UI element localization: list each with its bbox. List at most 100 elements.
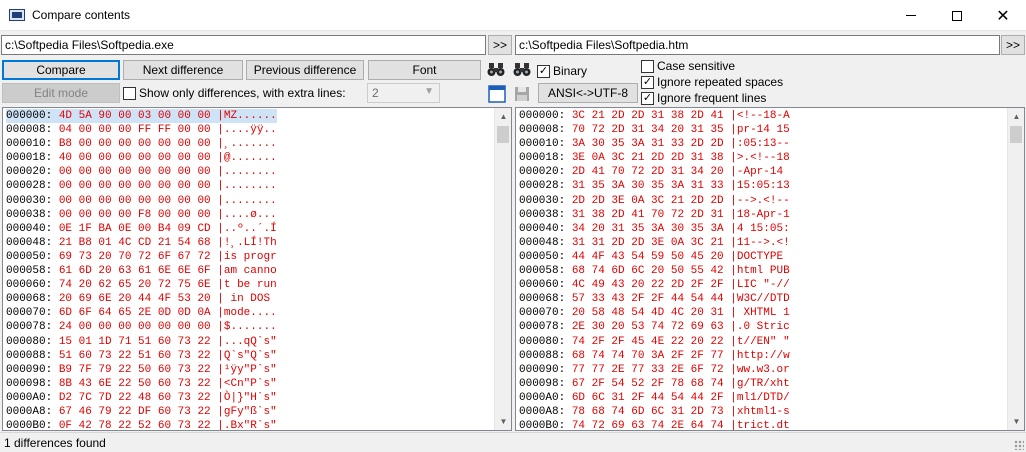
right-hex-pane[interactable]: 000000: 3C 21 2D 2D 31 38 2D 41 |<!--18-… (515, 107, 1025, 431)
maximize-button[interactable] (934, 0, 980, 31)
hex-offset: 000010: (6, 138, 53, 151)
hex-line: 000068: 20 69 6E 20 44 4F 53 20 | in DOS (6, 292, 277, 306)
hex-line: 0000B0: 0F 42 78 22 52 60 73 22 |.Bx"R`s… (6, 419, 277, 431)
ignore-repeated-spaces-label: Ignore repeated spaces (657, 75, 784, 89)
minimize-button[interactable] (888, 0, 934, 31)
hex-bytes: 6D 6F 64 65 2E 0D 0D 0A (58, 307, 211, 320)
find-left-button[interactable] (485, 59, 507, 81)
hex-line: 000020: 00 00 00 00 00 00 00 00 |.......… (6, 165, 277, 179)
hex-offset: 000008: (6, 124, 53, 137)
ascii-text: |trict.dt (730, 420, 790, 431)
hex-offset: 000070: (519, 307, 566, 320)
scroll-thumb[interactable] (497, 126, 509, 143)
case-sensitive-check-box[interactable] (641, 59, 654, 73)
hex-bytes: 0F 42 78 22 52 60 73 22 (58, 420, 211, 431)
ignore-frequent-lines-label: Ignore frequent lines (657, 91, 767, 105)
extra-lines-select[interactable]: 2 ▼ (367, 83, 440, 103)
ascii-text: |........ (217, 180, 277, 193)
hex-line: 000080: 74 2F 2F 45 4E 22 20 22 |t//EN" … (519, 335, 790, 349)
right-vertical-scrollbar[interactable]: ▲ ▼ (1007, 108, 1024, 430)
hex-line: 000058: 61 6D 20 63 61 6E 6E 6F |am cann… (6, 264, 277, 278)
ascii-text: |t//EN" " (730, 335, 790, 348)
extra-lines-value: 2 (372, 86, 379, 100)
case-sensitive-label: Case sensitive (657, 59, 736, 73)
hex-offset: 000048: (6, 236, 53, 249)
previous-difference-button[interactable]: Previous difference (246, 60, 364, 80)
hex-bytes: 74 20 62 65 20 72 75 6E (58, 279, 211, 292)
right-hex-lines: 000000: 3C 21 2D 2D 31 38 2D 41 |<!--18-… (519, 109, 790, 431)
hex-line: 000028: 00 00 00 00 00 00 00 00 |.......… (6, 179, 277, 193)
scroll-down-icon[interactable]: ▼ (495, 413, 511, 430)
left-file-path-input[interactable]: c:\Softpedia Files\Softpedia.exe (1, 35, 486, 55)
hex-offset: 000000: (6, 110, 53, 122)
binary-check-box[interactable]: ✓ (537, 64, 550, 78)
next-difference-button[interactable]: Next difference (123, 60, 243, 80)
hex-bytes: 67 2F 54 52 2F 78 68 74 (571, 377, 724, 390)
scroll-up-icon[interactable]: ▲ (495, 108, 511, 125)
ascii-text: |ww.w3.or (730, 363, 790, 376)
hex-offset: 000038: (6, 208, 53, 221)
hex-line: 000088: 51 60 73 22 51 60 73 22 |Q`s"Q`s… (6, 349, 277, 363)
hex-offset: 000090: (519, 363, 566, 376)
show-only-differences-checkbox[interactable]: Show only differences, with extra lines: (123, 86, 346, 100)
hex-offset: 000018: (6, 152, 53, 165)
close-icon: ✕ (996, 7, 1010, 25)
left-vertical-scrollbar[interactable]: ▲ ▼ (494, 108, 511, 430)
scroll-up-icon[interactable]: ▲ (1008, 108, 1024, 125)
hex-offset: 000098: (6, 377, 53, 390)
edit-mode-button[interactable]: Edit mode (2, 83, 120, 103)
font-button[interactable]: Font (368, 60, 481, 80)
case-sensitive-checkbox[interactable]: Case sensitive (641, 59, 735, 73)
hex-line: 000000: 3C 21 2D 2D 31 38 2D 41 |<!--18-… (519, 109, 790, 123)
ignore-repeated-spaces-checkbox[interactable]: ✓ Ignore repeated spaces (641, 75, 783, 89)
ignore-frequent-lines-check-box[interactable]: ✓ (641, 91, 654, 105)
resize-grip-icon[interactable] (1014, 440, 1024, 450)
hex-offset: 000048: (519, 236, 566, 249)
hex-offset: 000018: (519, 152, 566, 165)
hex-offset: 000080: (6, 335, 53, 348)
binoculars-icon (513, 63, 531, 76)
hex-offset: 000020: (519, 166, 566, 179)
ascii-text: |@....... (217, 152, 277, 165)
ignore-repeated-spaces-check-box[interactable]: ✓ (641, 75, 654, 89)
hex-line: 000088: 68 74 74 70 3A 2F 2F 77 |http://… (519, 349, 790, 363)
layout-toggle-button[interactable] (486, 83, 508, 105)
close-button[interactable]: ✕ (980, 0, 1026, 31)
hex-bytes: 69 73 20 70 72 6F 67 72 (58, 250, 211, 263)
binary-checkbox[interactable]: ✓ Binary (537, 64, 587, 78)
encoding-toggle-button[interactable]: ANSI<->UTF-8 (538, 83, 638, 103)
hex-line: 000018: 40 00 00 00 00 00 00 00 |@......… (6, 151, 277, 165)
left-browse-button[interactable]: >> (488, 35, 512, 55)
ascii-text: |18-Apr-1 (730, 208, 790, 221)
ascii-text: |<!--18-A (730, 110, 790, 122)
ascii-text: |DOCTYPE (730, 250, 790, 263)
scroll-thumb[interactable] (1010, 126, 1022, 143)
hex-bytes: 24 00 00 00 00 00 00 00 (58, 321, 211, 334)
find-right-button[interactable] (511, 59, 533, 81)
left-hex-pane[interactable]: 000000: 4D 5A 90 00 03 00 00 00 |MZ.....… (2, 107, 512, 431)
status-text: 1 differences found (4, 436, 106, 450)
hex-line: 000008: 04 00 00 00 FF FF 00 00 |....ÿÿ.… (6, 123, 277, 137)
ascii-text: | XHTML 1 (730, 307, 790, 320)
hex-line: 000080: 15 01 1D 71 51 60 73 22 |...qQ`s… (6, 335, 277, 349)
right-browse-button[interactable]: >> (1001, 35, 1025, 55)
hex-offset: 000058: (519, 265, 566, 278)
ascii-text: |$....... (217, 321, 277, 334)
compare-button[interactable]: Compare (2, 60, 120, 80)
scroll-down-icon[interactable]: ▼ (1008, 413, 1024, 430)
hex-bytes: 15 01 1D 71 51 60 73 22 (58, 335, 211, 348)
hex-offset: 000038: (519, 208, 566, 221)
ascii-text: |g/TR/xht (730, 377, 790, 390)
hex-line: 0000A8: 67 46 79 22 DF 60 73 22 |gFy"ß`s… (6, 405, 277, 419)
show-only-differences-check-box[interactable] (123, 86, 136, 100)
hex-bytes: 2D 41 70 72 2D 31 34 20 (571, 166, 724, 179)
hex-offset: 000068: (519, 293, 566, 306)
hex-offset: 0000B0: (519, 420, 566, 431)
right-file-path-input[interactable]: c:\Softpedia Files\Softpedia.htm (515, 35, 1000, 55)
ignore-frequent-lines-checkbox[interactable]: ✓ Ignore frequent lines (641, 91, 766, 105)
hex-bytes: 40 00 00 00 00 00 00 00 (58, 152, 211, 165)
hex-offset: 0000B0: (6, 420, 53, 431)
hex-offset: 0000A0: (519, 391, 566, 404)
hex-bytes: 68 74 74 70 3A 2F 2F 77 (571, 349, 724, 362)
save-button[interactable] (511, 83, 533, 105)
